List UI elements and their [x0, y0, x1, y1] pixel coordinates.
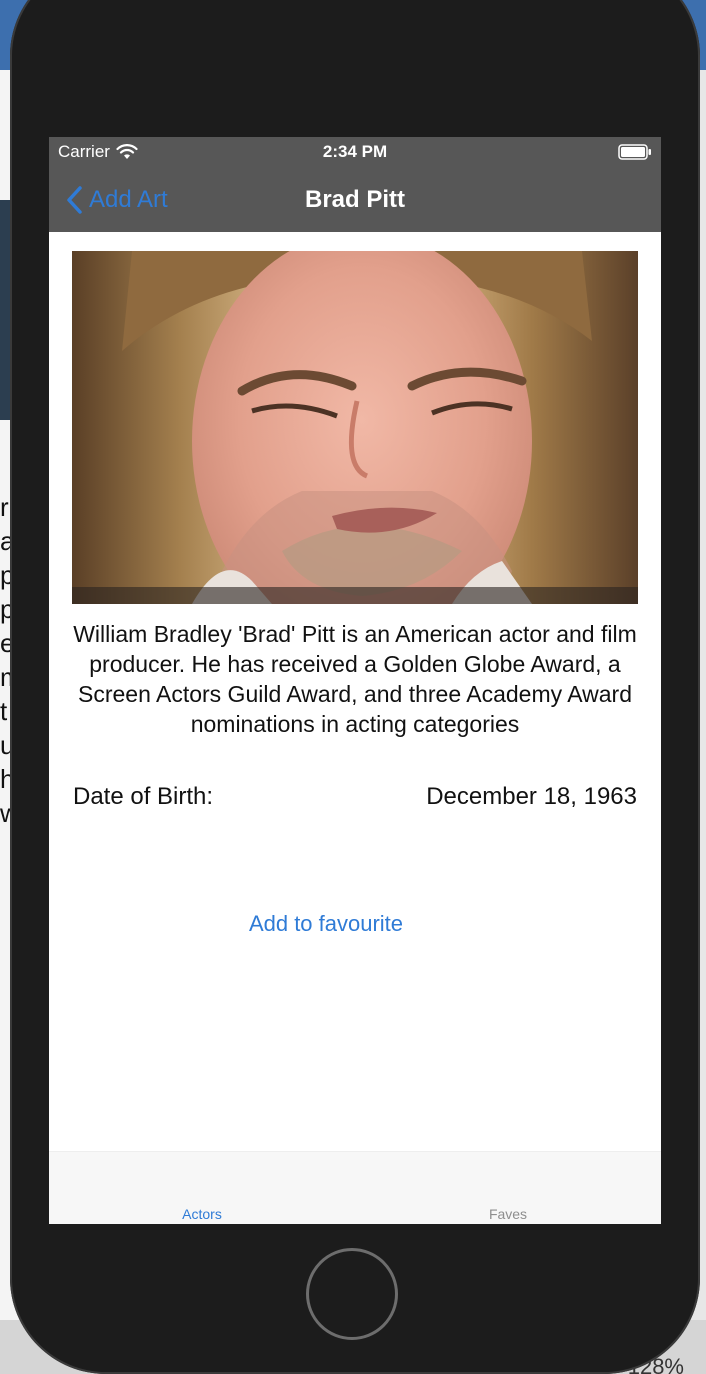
actor-bio: William Bradley 'Brad' Pitt is an Americ…: [73, 621, 637, 737]
actor-photo: [72, 251, 638, 604]
add-to-favourite-button[interactable]: Add to favourite: [49, 911, 603, 937]
tab-faves[interactable]: Faves: [355, 1152, 661, 1224]
dob-label: Date of Birth:: [73, 783, 214, 810]
app-screen: Carrier 2:34 PM Add Art Brad Pitt Willia…: [49, 137, 661, 1224]
status-bar: Carrier 2:34 PM: [49, 137, 661, 167]
tab-actors-label: Actors: [182, 1206, 222, 1222]
home-button[interactable]: [306, 1248, 398, 1340]
tab-actors[interactable]: Actors: [49, 1152, 355, 1224]
navigation-bar: Add Art Brad Pitt: [49, 167, 661, 232]
status-time: 2:34 PM: [322, 142, 388, 161]
page-title: Brad Pitt: [304, 186, 405, 213]
tab-bar: Actors Faves: [49, 1151, 661, 1224]
dob-value: December 18, 1963: [426, 783, 637, 810]
battery-icon: [618, 144, 651, 160]
tab-faves-label: Faves: [488, 1206, 528, 1222]
actor-portrait-image: [72, 251, 638, 604]
